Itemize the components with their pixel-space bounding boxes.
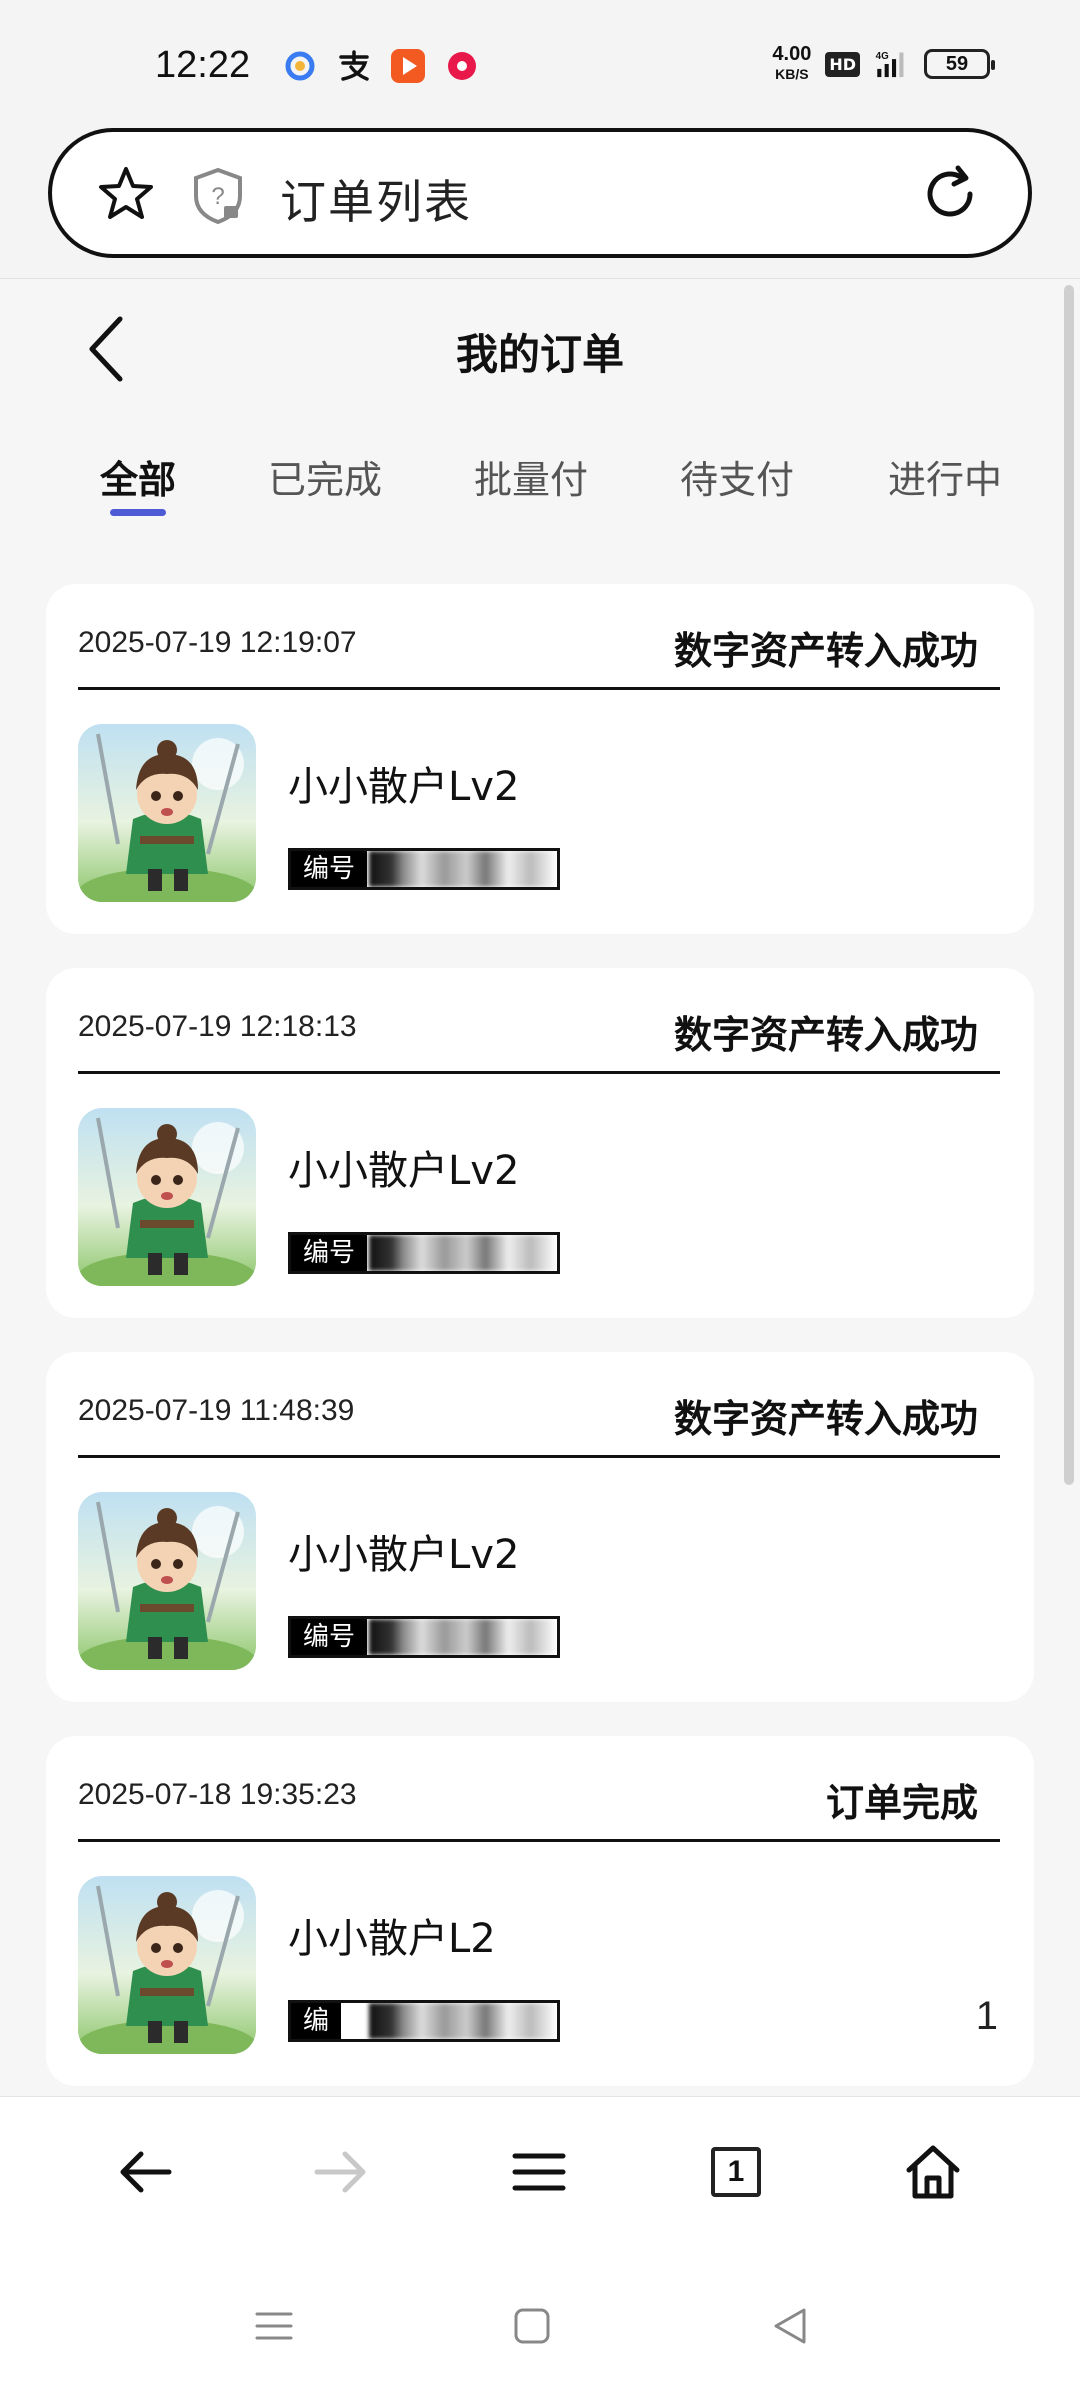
product-image [78, 1876, 256, 2054]
system-status-icons: 4.00 KB/S HD 4G 59 [772, 43, 995, 84]
serial-number: 编号 [288, 1232, 560, 1274]
serial-value-redacted [369, 1619, 557, 1655]
hd-icon: HD [825, 51, 860, 77]
order-time: 2025-07-19 12:19:07 [78, 626, 357, 659]
order-time: 2025-07-19 12:18:13 [78, 1010, 357, 1043]
active-tab-indicator [110, 509, 166, 516]
music-app-icon [444, 48, 480, 84]
network-speed: 4.00 KB/S [772, 43, 812, 82]
order-time: 2025-07-18 19:35:23 [78, 1778, 357, 1811]
page-title: 我的订单 [455, 330, 624, 379]
browser-tabs-button[interactable]: 1 [701, 2137, 771, 2207]
tab-completed[interactable]: 已完成 [268, 449, 382, 504]
serial-label: 编号 [291, 1619, 368, 1655]
notification-icons [282, 48, 480, 84]
order-card[interactable]: 2025-07-18 19:35:23 订单完成 小小散户L2 编 1 [46, 1736, 1034, 2086]
order-header: 2025-07-19 12:18:13 数字资产转入成功 [78, 968, 1000, 1074]
order-header: 2025-07-18 19:35:23 订单完成 [78, 1736, 1000, 1842]
order-status: 数字资产转入成功 [673, 1013, 978, 1057]
tab-all[interactable]: 全部 [100, 449, 176, 504]
product-image [78, 1492, 256, 1670]
address-bar[interactable]: ? 订单列表 [48, 128, 1032, 258]
svg-text:4G: 4G [876, 51, 889, 62]
status-time: 12:22 [155, 44, 251, 86]
battery-icon: 59 [924, 49, 995, 79]
order-status: 数字资产转入成功 [673, 1397, 978, 1441]
product-name: 小小散户Lv2 [288, 1148, 520, 1194]
reload-icon[interactable] [918, 162, 982, 226]
serial-number: 编 [288, 2000, 560, 2042]
bookmark-star-icon[interactable] [96, 164, 156, 224]
address-title[interactable]: 订单列表 [280, 166, 472, 232]
serial-number: 编号 [288, 1616, 560, 1658]
browser-home-icon[interactable] [898, 2137, 968, 2207]
order-status: 订单完成 [825, 1781, 978, 1825]
tab-pending-payment[interactable]: 待支付 [680, 449, 794, 504]
recent-apps-icon[interactable] [244, 2296, 304, 2356]
page-content[interactable]: 我的订单 全部 已完成 批量付 待支付 进行中 2025-07-19 12:19… [0, 278, 1080, 2096]
order-header: 2025-07-19 11:48:39 数字资产转入成功 [78, 1352, 1000, 1458]
serial-label: 编号 [291, 1235, 368, 1271]
page-header: 我的订单 [0, 279, 1080, 419]
browser-toolbar: 1 [0, 2096, 1080, 2246]
serial-number: 编号 00 [288, 848, 560, 890]
tab-batch-pay[interactable]: 批量付 [474, 449, 588, 504]
serial-value-redacted [369, 2003, 557, 2039]
product-image [78, 724, 256, 902]
system-back-icon[interactable] [760, 2296, 820, 2356]
serial-label: 编 [291, 2003, 342, 2039]
order-status: 数字资产转入成功 [673, 629, 978, 673]
browser-back-icon[interactable] [110, 2137, 180, 2207]
order-card[interactable]: 2025-07-19 12:18:13 数字资产转入成功 小小散户Lv2 编号 [46, 968, 1034, 1318]
swordsman-character-image [78, 1108, 256, 1286]
system-navigation-bar [0, 2246, 1080, 2400]
tab-count: 1 [711, 2147, 761, 2197]
qq-browser-icon [282, 48, 318, 84]
order-card[interactable]: 2025-07-19 11:48:39 数字资产转入成功 小小散户Lv2 编号 [46, 1352, 1034, 1702]
order-header: 2025-07-19 12:19:07 数字资产转入成功 [78, 584, 1000, 690]
home-square-icon[interactable] [502, 2296, 562, 2356]
tab-in-progress[interactable]: 进行中 [888, 449, 1002, 504]
browser-menu-icon[interactable] [504, 2137, 574, 2207]
serial-label: 编号 [291, 851, 368, 887]
browser-forward-icon[interactable] [306, 2137, 376, 2207]
security-shield-icon[interactable]: ? [190, 166, 246, 226]
svg-text:?: ? [211, 183, 224, 210]
alipay-icon [336, 48, 372, 84]
order-time: 2025-07-19 11:48:39 [78, 1394, 355, 1427]
video-app-icon [390, 48, 426, 84]
signal-icon: 4G [874, 46, 910, 82]
order-card[interactable]: 2025-07-19 12:19:07 数字资产转入成功 小小散户Lv2 编号 … [46, 584, 1034, 934]
product-name: 小小散户L2 [288, 1916, 496, 1962]
serial-value-redacted [369, 1235, 557, 1271]
product-name: 小小散户Lv2 [288, 764, 520, 810]
swordsman-character-image [78, 1492, 256, 1670]
order-tabs: 全部 已完成 批量付 待支付 进行中 [0, 449, 1080, 539]
order-quantity: 1 [975, 1994, 998, 2038]
swordsman-character-image [78, 724, 256, 902]
status-bar: 12:22 4.00 KB/S HD 4G 59 [0, 0, 1080, 130]
product-image [78, 1108, 256, 1286]
swordsman-character-image [78, 1876, 256, 2054]
product-name: 小小散户Lv2 [288, 1532, 520, 1578]
serial-value-redacted: 00 [369, 851, 557, 887]
